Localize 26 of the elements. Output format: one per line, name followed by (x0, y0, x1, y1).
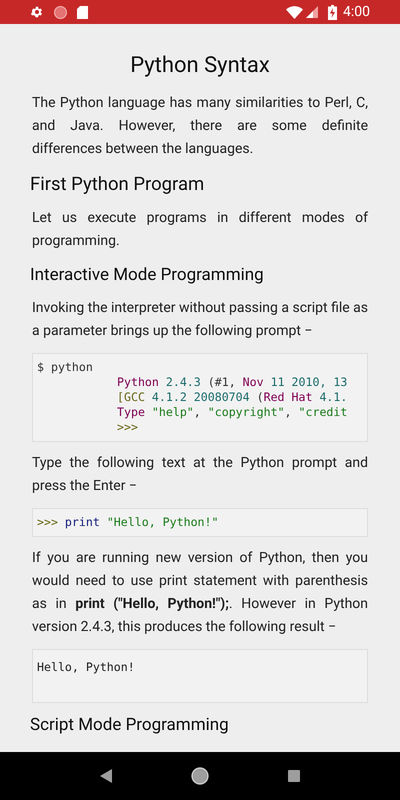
paragraph: Invoking the interpreter without passing a script file as a parameter brings up the following prompt − (32, 299, 368, 341)
gear-icon (30, 5, 44, 19)
code-line: Python 2.4.3 (#1, Nov 11 2010, 13 (117, 375, 348, 390)
code-line: $ python (37, 360, 94, 375)
recents-icon (288, 770, 300, 782)
clock-time: 4:00 (343, 2, 370, 22)
home-icon (190, 767, 209, 785)
code-line: >>> print "Hello, Python!" (37, 515, 220, 530)
record-icon (54, 6, 67, 18)
output-block: Hello, Python! (32, 649, 368, 703)
wifi-icon (286, 6, 303, 18)
signal-icon (306, 6, 318, 18)
code-line: >>> (117, 420, 139, 435)
page-title: Python Syntax (129, 52, 271, 80)
paragraph: Type the following text at the Python prompt and press the Enter − (32, 454, 368, 496)
battery-charging-icon (328, 4, 337, 20)
section-heading: First Python Program (30, 172, 206, 197)
code-line: Type "help", "copyright", "credit (117, 405, 348, 420)
paragraph: Let us execute programs in different modes of programming. (32, 209, 368, 251)
subsection-heading: Interactive Mode Programming (30, 264, 265, 287)
sd-card-icon (77, 6, 88, 18)
subsection-heading: Script Mode Programming (30, 714, 230, 737)
code-line: [GCC 4.1.2 20080704 (Red Hat 4.1. (117, 390, 348, 405)
paragraph: If you are running new version of Python, then you would need to use print statement with parenthesis as in print ("Hello, Python!");. However in Python version 2.4.3, this produces the following result − (32, 549, 368, 637)
paragraph: The Python language has many similarities to Perl, C, and Java. However, there are some definite differences between the languages. (32, 94, 368, 159)
back-icon (100, 769, 112, 783)
